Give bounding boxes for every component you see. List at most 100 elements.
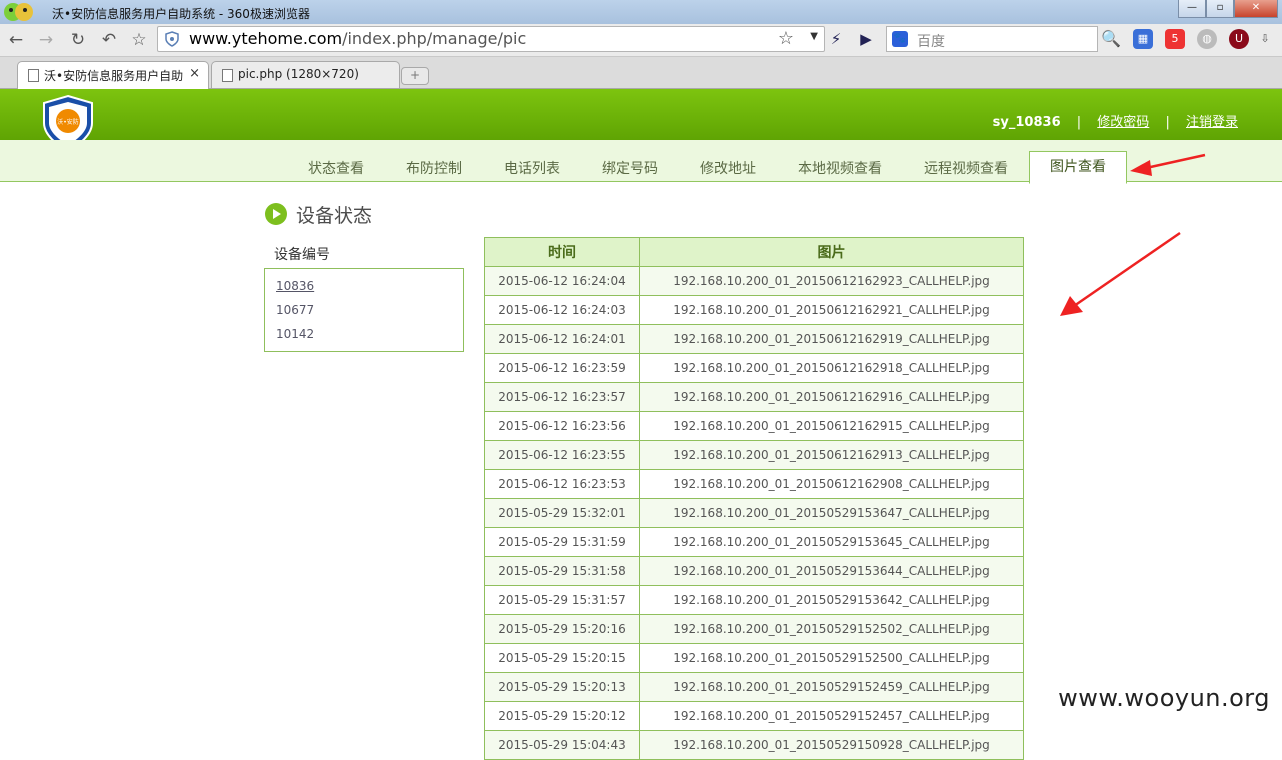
cell-time: 2015-05-29 15:31:57: [484, 585, 640, 615]
extension-icon[interactable]: 5: [1165, 29, 1185, 49]
search-icon[interactable]: 🔍: [1098, 27, 1124, 53]
page-title: 设备状态: [296, 205, 373, 227]
table-header-row: 时间 图片: [484, 237, 1024, 267]
minimize-button[interactable]: —: [1178, 0, 1206, 18]
download-icon[interactable]: ⇩: [1255, 29, 1275, 49]
chevron-down-icon[interactable]: ▼: [810, 31, 818, 42]
maximize-button[interactable]: ▫: [1206, 0, 1234, 18]
cell-picture[interactable]: 192.168.10.200_01_20150529152457_CALLHEL…: [639, 701, 1024, 731]
table-row: 2015-06-12 16:24:04 192.168.10.200_01_201…: [484, 266, 1024, 296]
url-text[interactable]: www.ytehome.com/index.php/manage/pic: [189, 29, 526, 48]
window-titlebar: 沃•安防信息服务用户自助系统 - 360极速浏览器 — ▫ ✕: [0, 0, 1282, 24]
picture-table: 时间 图片 2015-06-12 16:24:04 192.168.10.200_…: [484, 237, 1024, 760]
search-box[interactable]: 🐾 百度: [886, 26, 1098, 52]
play-icon[interactable]: ▶: [854, 27, 878, 51]
menu-arm-control[interactable]: 布防控制: [406, 158, 462, 178]
device-label: 设备编号: [274, 247, 330, 263]
cell-picture[interactable]: 192.168.10.200_01_20150529153642_CALLHEL…: [639, 585, 1024, 615]
cell-picture[interactable]: 192.168.10.200_01_20150612162916_CALLHEL…: [639, 382, 1024, 412]
table-body: 2015-06-12 16:24:04 192.168.10.200_01_201…: [484, 266, 1024, 760]
tab-label: 沃•安防信息服务用户自助: [44, 69, 184, 83]
new-tab-button[interactable]: +: [401, 67, 429, 85]
url-path: /index.php/manage/pic: [342, 29, 527, 48]
logout-link[interactable]: 注销登录: [1186, 115, 1238, 130]
menu-phone-list[interactable]: 电话列表: [504, 158, 560, 178]
undo-close-icon[interactable]: ↶: [97, 28, 121, 52]
change-password-link[interactable]: 修改密码: [1097, 115, 1149, 130]
table-row: 2015-05-29 15:31:58 192.168.10.200_01_201…: [484, 556, 1024, 586]
apps-grid-icon[interactable]: ▦: [1133, 29, 1153, 49]
cell-picture[interactable]: 192.168.10.200_01_20150612162913_CALLHEL…: [639, 440, 1024, 470]
favorite-star-icon[interactable]: ☆: [778, 28, 794, 49]
globe-icon[interactable]: ◍: [1197, 29, 1217, 49]
cell-time: 2015-06-12 16:23:59: [484, 353, 640, 383]
cell-picture[interactable]: 192.168.10.200_01_20150612162918_CALLHEL…: [639, 353, 1024, 383]
table-row: 2015-05-29 15:31:57 192.168.10.200_01_201…: [484, 585, 1024, 615]
device-item[interactable]: 10836: [276, 279, 314, 293]
baidu-paw-icon: 🐾: [892, 31, 908, 47]
table-row: 2015-05-29 15:32:01 192.168.10.200_01_201…: [484, 498, 1024, 528]
divider: |: [1076, 115, 1082, 130]
back-icon[interactable]: ←: [4, 28, 28, 52]
menu-picture-view[interactable]: 图片查看: [1029, 151, 1127, 184]
address-bar[interactable]: www.ytehome.com/index.php/manage/pic ☆ ▼: [157, 26, 825, 52]
navigation-bar: ← → ↻ ↶ ☆ www.ytehome.com/index.php/mana…: [0, 24, 1282, 57]
play-circle-icon: [265, 203, 287, 225]
menu-local-video[interactable]: 本地视频查看: [798, 158, 882, 178]
cell-picture[interactable]: 192.168.10.200_01_20150529152459_CALLHEL…: [639, 672, 1024, 702]
device-item[interactable]: 10677: [276, 303, 314, 317]
cell-picture[interactable]: 192.168.10.200_01_20150612162923_CALLHEL…: [639, 266, 1024, 296]
cell-time: 2015-05-29 15:20:13: [484, 672, 640, 702]
device-item[interactable]: 10142: [276, 327, 314, 341]
table-row: 2015-05-29 15:20:13 192.168.10.200_01_201…: [484, 672, 1024, 702]
cell-picture[interactable]: 192.168.10.200_01_20150529153647_CALLHEL…: [639, 498, 1024, 528]
close-window-button[interactable]: ✕: [1234, 0, 1278, 18]
tab-pic[interactable]: pic.php (1280×720): [211, 61, 400, 88]
cell-picture[interactable]: 192.168.10.200_01_20150612162915_CALLHEL…: [639, 411, 1024, 441]
cell-time: 2015-05-29 15:20:15: [484, 643, 640, 673]
table-row: 2015-06-12 16:23:57 192.168.10.200_01_201…: [484, 382, 1024, 412]
cell-picture[interactable]: 192.168.10.200_01_20150612162908_CALLHEL…: [639, 469, 1024, 499]
window-title: 沃•安防信息服务用户自助系统 - 360极速浏览器: [52, 7, 310, 21]
forward-icon[interactable]: →: [34, 28, 58, 52]
watermark: www.wooyun.org: [1058, 684, 1270, 712]
cell-picture[interactable]: 192.168.10.200_01_20150612162919_CALLHEL…: [639, 324, 1024, 354]
table-row: 2015-05-29 15:31:59 192.168.10.200_01_201…: [484, 527, 1024, 557]
ublock-icon[interactable]: U: [1229, 29, 1249, 49]
table-row: 2015-06-12 16:24:01 192.168.10.200_01_201…: [484, 324, 1024, 354]
window-controls: — ▫ ✕: [1178, 0, 1278, 19]
menu-status[interactable]: 状态查看: [308, 158, 364, 178]
cell-time: 2015-06-12 16:23:56: [484, 411, 640, 441]
cell-picture[interactable]: 192.168.10.200_01_20150612162921_CALLHEL…: [639, 295, 1024, 325]
url-host: www.ytehome.com: [189, 29, 343, 48]
cell-picture[interactable]: 192.168.10.200_01_20150529153644_CALLHEL…: [639, 556, 1024, 586]
cell-time: 2015-06-12 16:23:53: [484, 469, 640, 499]
cell-picture[interactable]: 192.168.10.200_01_20150529153645_CALLHEL…: [639, 527, 1024, 557]
cell-picture[interactable]: 192.168.10.200_01_20150529150928_CALLHEL…: [639, 730, 1024, 760]
close-tab-icon[interactable]: ×: [189, 66, 200, 81]
browser-app-icon: [4, 3, 33, 21]
security-shield-icon: [165, 31, 179, 47]
tab-active[interactable]: 沃•安防信息服务用户自助 ×: [17, 61, 209, 89]
table-row: 2015-06-12 16:23:56 192.168.10.200_01_201…: [484, 411, 1024, 441]
table-row: 2015-06-12 16:23:55 192.168.10.200_01_201…: [484, 440, 1024, 470]
reload-icon[interactable]: ↻: [66, 28, 90, 52]
username: sy_10836: [992, 115, 1061, 130]
device-list: 10836 10677 10142: [264, 268, 464, 352]
cell-time: 2015-05-29 15:32:01: [484, 498, 640, 528]
table-row: 2015-05-29 15:20:16 192.168.10.200_01_201…: [484, 614, 1024, 644]
lightning-icon[interactable]: ⚡: [824, 27, 848, 51]
user-bar: sy_10836 | 修改密码 | 注销登录: [993, 111, 1238, 130]
cell-time: 2015-06-12 16:24:01: [484, 324, 640, 354]
table-row: 2015-05-29 15:20:12 192.168.10.200_01_201…: [484, 701, 1024, 731]
menu-bind-number[interactable]: 绑定号码: [602, 158, 658, 178]
logo-text: 沃•安防: [57, 118, 79, 126]
page-icon: [222, 69, 233, 82]
cell-picture[interactable]: 192.168.10.200_01_20150529152500_CALLHEL…: [639, 643, 1024, 673]
menu-edit-address[interactable]: 修改地址: [700, 158, 756, 178]
cell-time: 2015-05-29 15:04:43: [484, 730, 640, 760]
table-row: 2015-06-12 16:24:03 192.168.10.200_01_201…: [484, 295, 1024, 325]
bookmark-star-icon[interactable]: ☆: [127, 28, 151, 52]
menu-remote-video[interactable]: 远程视频查看: [924, 158, 1008, 178]
cell-picture[interactable]: 192.168.10.200_01_20150529152502_CALLHEL…: [639, 614, 1024, 644]
